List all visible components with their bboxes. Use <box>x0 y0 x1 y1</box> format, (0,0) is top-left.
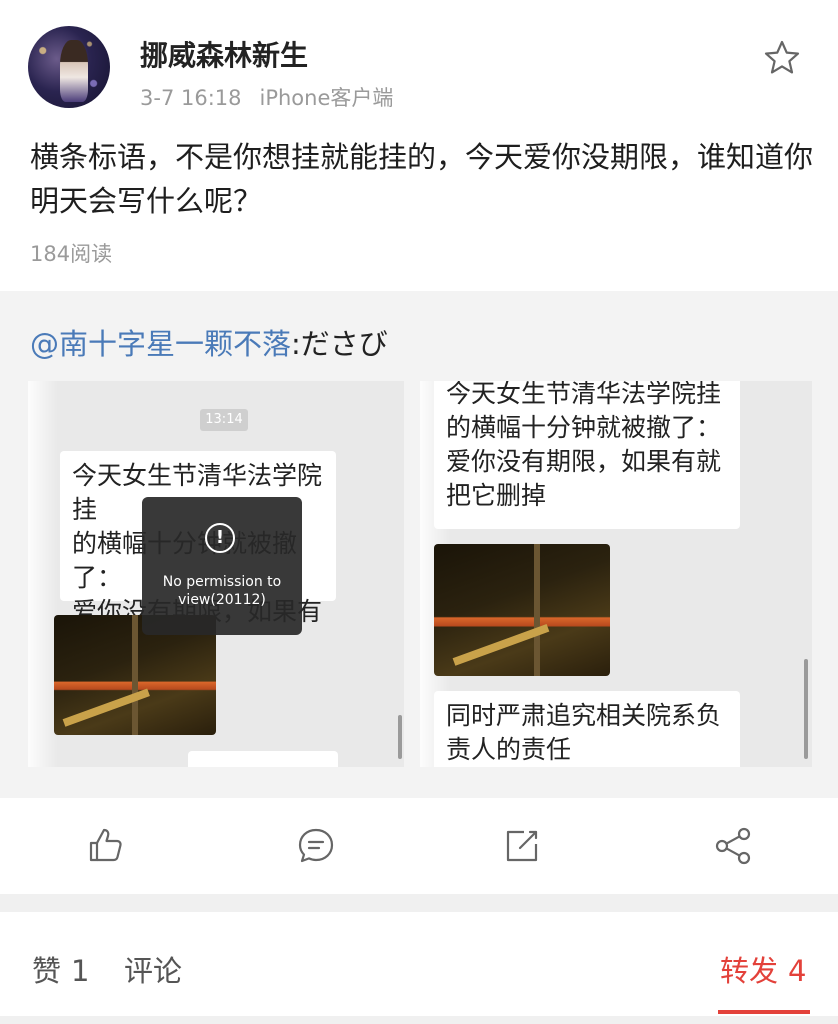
chat-line: 今天女生节清华法学院挂 <box>446 381 722 408</box>
toast-message: No permission to view(20112) <box>142 573 302 609</box>
share-icon <box>715 827 751 865</box>
banner-photo <box>434 544 610 676</box>
scrollbar[interactable] <box>804 659 808 759</box>
forward-button[interactable] <box>500 824 544 868</box>
chat-line: 责人的责任 <box>446 735 572 764</box>
post-meta: 3-7 16:18 iPhone客户端 <box>140 82 393 112</box>
tab-likes[interactable]: 赞1 <box>32 948 89 990</box>
active-tab-indicator <box>718 1010 810 1014</box>
chat-bubble-partial <box>188 751 338 767</box>
comment-button[interactable] <box>294 824 338 868</box>
share-button[interactable] <box>712 824 756 868</box>
tab-likes-label: 赞 <box>32 954 62 988</box>
tab-comments-label: 评论 <box>124 954 183 988</box>
favorite-button[interactable] <box>762 38 802 78</box>
scrollbar[interactable] <box>398 715 402 759</box>
forward-icon <box>506 830 538 862</box>
section-divider <box>0 894 838 912</box>
chat-time-chip: 13:14 <box>200 409 248 431</box>
repost-separator: : <box>291 327 301 361</box>
tab-reposts-label: 转发 <box>720 954 779 988</box>
avatar-lights <box>28 26 110 108</box>
chat-line: 的横幅十分钟就被撤了： <box>446 413 722 442</box>
chat-bubble: 今天女生节清华法学院挂 的横幅十分钟就被撤了： 爱你没有期限，如果有就 把它删掉 <box>434 381 740 529</box>
post-source: iPhone客户端 <box>259 86 394 110</box>
username[interactable]: 挪威森林新生 <box>140 34 308 74</box>
repost-text: ださび <box>300 327 388 361</box>
chat-line: 爱你没有期限，如果有就 <box>446 447 722 476</box>
tab-reposts-count: 4 <box>788 954 807 988</box>
thumbs-up-icon <box>89 828 122 862</box>
toast-line: view(20112) <box>178 592 266 608</box>
toast-line: No permission to <box>162 574 282 590</box>
post-text: 横条标语，不是你想挂就能挂的，今天爱你没期限，谁知道你明天会写什么呢？ <box>30 140 814 218</box>
tab-likes-count: 1 <box>71 954 90 988</box>
tab-reposts[interactable]: 转发 4 <box>720 948 806 990</box>
chat-line: 把它删掉 <box>446 481 547 510</box>
mention-link[interactable]: @南十字星一颗不落 <box>30 327 291 361</box>
permission-toast: ! No permission to view(20112) <box>142 497 302 635</box>
repost-line: @南十字星一颗不落:ださび <box>30 321 388 363</box>
repost-block[interactable]: @南十字星一颗不落:ださび 13:14 今天女生节清华法学院挂 的横幅十分钟就被… <box>0 291 838 798</box>
chat-bubble: 同时严肃追究相关院系负 责人的责任 <box>434 691 740 767</box>
bottom-divider <box>0 1016 838 1024</box>
alert-icon: ! <box>205 523 235 553</box>
photo-pole <box>132 615 138 735</box>
star-icon <box>764 40 800 74</box>
interaction-tabs: 赞1 评论 转发 4 <box>0 912 838 1024</box>
post-header: 挪威森林新生 3-7 16:18 iPhone客户端 <box>0 0 838 120</box>
tab-comments[interactable]: 评论 <box>124 948 182 990</box>
post-time: 3-7 16:18 <box>140 86 242 110</box>
like-button[interactable] <box>84 824 128 868</box>
repost-image-2[interactable]: 今天女生节清华法学院挂 的横幅十分钟就被撤了： 爱你没有期限，如果有就 把它删掉… <box>420 381 812 767</box>
comment-icon <box>298 828 334 863</box>
photo-pole <box>534 544 540 676</box>
read-count: 184阅读 <box>30 242 113 266</box>
chat-line: 同时严肃追究相关院系负 <box>446 701 722 730</box>
avatar[interactable] <box>28 26 110 108</box>
action-bar <box>0 798 838 894</box>
